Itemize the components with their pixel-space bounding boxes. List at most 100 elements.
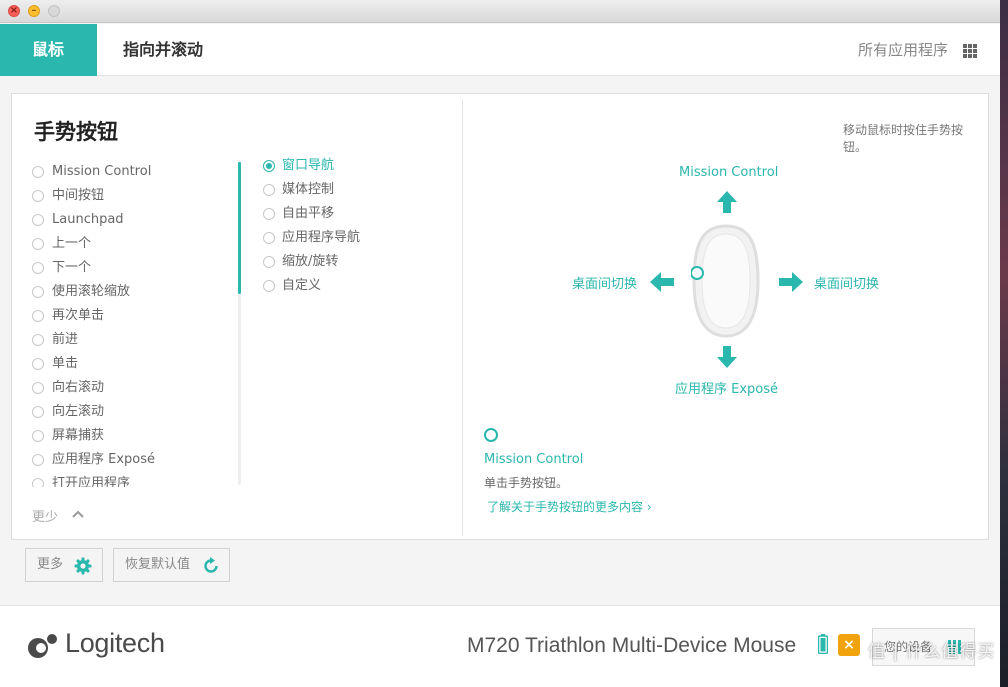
radio-icon[interactable] [32, 238, 44, 250]
radio-icon[interactable] [32, 286, 44, 298]
sub-list-item[interactable]: 缩放/旋转 [263, 250, 443, 274]
tab-point-and-scroll[interactable]: 指向并滚动 [123, 24, 203, 76]
more-button[interactable]: 更多 [25, 548, 103, 582]
learn-more-link[interactable]: 了解关于手势按钮的更多内容 › [487, 498, 652, 515]
close-icon: × [9, 5, 19, 16]
list-item[interactable]: 前进 [32, 328, 237, 352]
list-item-label: 单击 [52, 356, 79, 371]
title-bar: × – [0, 0, 1000, 23]
list-item[interactable]: 单击 [32, 352, 237, 376]
radio-icon[interactable] [32, 430, 44, 442]
arrow-left-icon [650, 272, 674, 292]
radio-icon[interactable] [32, 262, 44, 274]
learn-more-label: 了解关于手势按钮的更多内容 [487, 500, 644, 514]
radio-icon[interactable] [32, 334, 44, 346]
list-item[interactable]: Launchpad [32, 208, 237, 232]
radio-icon[interactable] [32, 310, 44, 322]
radio-icon[interactable] [32, 454, 44, 466]
flow-badge-icon[interactable]: × [838, 634, 860, 656]
sub-list-item[interactable]: 自定义 [263, 274, 443, 298]
footer: Logitech M720 Triathlon Multi-Device Mou… [0, 605, 1000, 687]
arrow-up-icon [717, 191, 737, 213]
gear-icon [74, 557, 92, 575]
radio-icon[interactable] [32, 478, 44, 487]
list-item[interactable]: 屏幕捕获 [32, 424, 237, 448]
radio-icon[interactable] [32, 406, 44, 418]
sub-list-item-label: 缩放/旋转 [282, 254, 339, 269]
list-item-label: 下一个 [52, 260, 92, 275]
panel-title: 手势按钮 [34, 120, 118, 144]
list-item-label: 打开应用程序 [52, 476, 131, 487]
mouse-illustration [691, 224, 760, 338]
list-item[interactable]: 向右滚动 [32, 376, 237, 400]
radio-icon[interactable] [32, 382, 44, 394]
sub-list-item-label: 应用程序导航 [282, 230, 361, 245]
reset-button-label: 恢复默认值 [125, 557, 191, 572]
window-navigation-options[interactable]: 窗口导航 媒体控制 自由平移 应用程序导航 缩放/旋转 自定义 [263, 154, 443, 298]
list-item[interactable]: Mission Control [32, 160, 237, 184]
close-window-button[interactable]: × [8, 5, 20, 17]
radio-icon[interactable] [263, 256, 275, 268]
panel-divider [462, 99, 463, 536]
list-item-label: Mission Control [52, 164, 152, 179]
list-item[interactable]: 向左滚动 [32, 400, 237, 424]
list-item[interactable]: 上一个 [32, 232, 237, 256]
radio-icon[interactable] [32, 358, 44, 370]
list-item-label: 屏幕捕获 [52, 428, 105, 443]
grid-icon[interactable] [963, 44, 977, 58]
list-item-label: 使用滚轮缩放 [52, 284, 131, 299]
sub-list-item[interactable]: 自由平移 [263, 202, 443, 226]
sub-list-item-label: 自定义 [282, 278, 322, 293]
radio-icon[interactable] [263, 232, 275, 244]
minimize-icon: – [31, 5, 37, 16]
watermark: 值 | 什么值得买 [868, 642, 996, 662]
all-applications-link[interactable]: 所有应用程序 [858, 24, 948, 76]
radio-icon[interactable] [32, 214, 44, 226]
action-list[interactable]: Mission Control 中间按钮 Launchpad 上一个 下一个 使… [32, 160, 237, 487]
list-item-label: 前进 [52, 332, 79, 347]
list-item-label: 中间按钮 [52, 188, 105, 203]
radio-icon[interactable] [32, 190, 44, 202]
tab-mouse[interactable]: 鼠标 [0, 24, 97, 76]
sub-list-item-label: 窗口导航 [282, 158, 335, 173]
logitech-wordmark: Logitech [65, 628, 165, 658]
chevron-right-icon: › [646, 500, 652, 514]
radio-icon[interactable] [263, 184, 275, 196]
radio-icon[interactable] [263, 208, 275, 220]
reset-defaults-button[interactable]: 恢复默认值 [113, 548, 230, 582]
list-item-label: 上一个 [52, 236, 92, 251]
gesture-left-label: 桌面间切换 [572, 277, 638, 292]
selected-action-description: 单击手势按钮。 [484, 476, 569, 490]
list-item-label: 应用程序 Exposé [52, 452, 156, 467]
list-item[interactable]: 下一个 [32, 256, 237, 280]
sub-list-item[interactable]: 窗口导航 [263, 154, 443, 178]
device-name: M720 Triathlon Multi-Device Mouse [467, 634, 797, 657]
zoom-window-button[interactable] [48, 5, 60, 17]
radio-icon[interactable] [32, 166, 44, 178]
list-scrollbar-thumb[interactable] [238, 162, 241, 294]
gesture-down-label: 应用程序 Exposé [675, 382, 779, 397]
chevron-up-icon[interactable] [72, 510, 84, 518]
battery-icon [818, 634, 828, 654]
list-item[interactable]: 使用滚轮缩放 [32, 280, 237, 304]
sub-list-item[interactable]: 应用程序导航 [263, 226, 443, 250]
gesture-button-panel: 手势按钮 Mission Control 中间按钮 Launchpad 上一个 … [11, 93, 989, 540]
gesture-up-label: Mission Control [679, 165, 779, 180]
gesture-hint: 移动鼠标时按住手势按钮。 [843, 123, 964, 154]
gesture-button-marker [484, 428, 498, 442]
top-nav: 鼠标 指向并滚动 所有应用程序 [0, 24, 1000, 76]
list-item[interactable]: 中间按钮 [32, 184, 237, 208]
list-item-label: 再次单击 [52, 308, 105, 323]
show-less-link[interactable]: 更少 [32, 506, 58, 525]
radio-selected-icon[interactable] [263, 160, 275, 172]
sub-list-item[interactable]: 媒体控制 [263, 178, 443, 202]
list-item[interactable]: 打开应用程序 [32, 472, 237, 487]
list-item-label: 向右滚动 [52, 380, 105, 395]
radio-icon[interactable] [263, 280, 275, 292]
list-item[interactable]: 再次单击 [32, 304, 237, 328]
list-item-label: 向左滚动 [52, 404, 105, 419]
sub-list-item-label: 媒体控制 [282, 182, 335, 197]
minimize-window-button[interactable]: – [28, 5, 40, 17]
list-item[interactable]: 应用程序 Exposé [32, 448, 237, 472]
reset-icon [204, 557, 218, 573]
